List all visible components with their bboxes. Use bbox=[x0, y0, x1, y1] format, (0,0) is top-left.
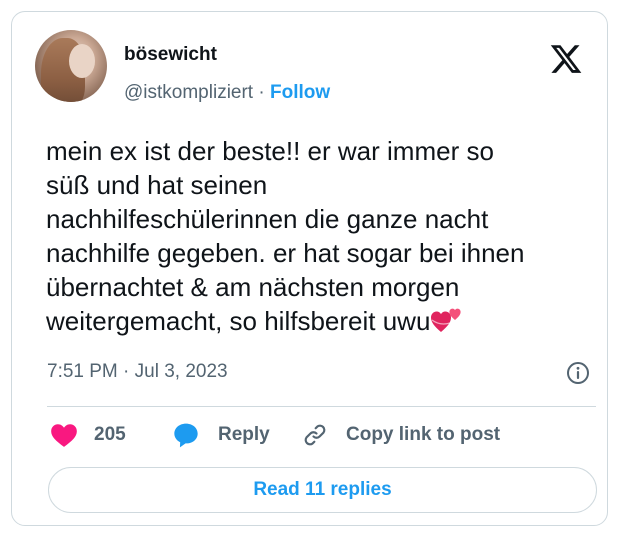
avatar[interactable] bbox=[35, 30, 107, 102]
copy-link-label: Copy link to post bbox=[346, 424, 501, 445]
author-handle[interactable]: @istkompliziert bbox=[124, 82, 253, 103]
copy-link-button[interactable]: Copy link to post bbox=[302, 420, 500, 450]
reply-button[interactable]: Reply bbox=[172, 420, 270, 450]
two-hearts-icon bbox=[431, 308, 462, 332]
read-replies-button[interactable]: Read 11 replies bbox=[48, 467, 597, 513]
follow-button[interactable]: Follow bbox=[270, 82, 330, 103]
avatar-face bbox=[69, 44, 95, 78]
author-display-name[interactable]: bösewicht bbox=[124, 44, 217, 66]
meta-separator: · bbox=[123, 361, 130, 382]
x-logo-icon[interactable] bbox=[548, 42, 584, 76]
tweet-card: bösewicht @istkompliziert · Follow mein … bbox=[11, 11, 608, 526]
handle-separator: · bbox=[258, 82, 265, 103]
author-handle-row: @istkompliziert · Follow bbox=[124, 82, 330, 104]
tweet-time[interactable]: 7:51 PM bbox=[47, 361, 118, 382]
divider bbox=[47, 406, 596, 407]
heart-icon bbox=[51, 424, 77, 447]
info-icon[interactable] bbox=[566, 361, 590, 385]
tweet-text: mein ex ist der beste!! er war immer so … bbox=[46, 134, 596, 338]
tweet-meta: 7:51 PM · Jul 3, 2023 bbox=[47, 360, 228, 384]
speech-bubble-icon bbox=[174, 423, 198, 448]
read-replies-label: Read 11 replies bbox=[253, 479, 392, 500]
like-button[interactable]: 205 bbox=[50, 420, 126, 450]
tweet-date[interactable]: Jul 3, 2023 bbox=[135, 361, 228, 382]
like-count: 205 bbox=[94, 424, 126, 445]
reply-label: Reply bbox=[218, 424, 270, 445]
link-icon bbox=[304, 424, 326, 446]
